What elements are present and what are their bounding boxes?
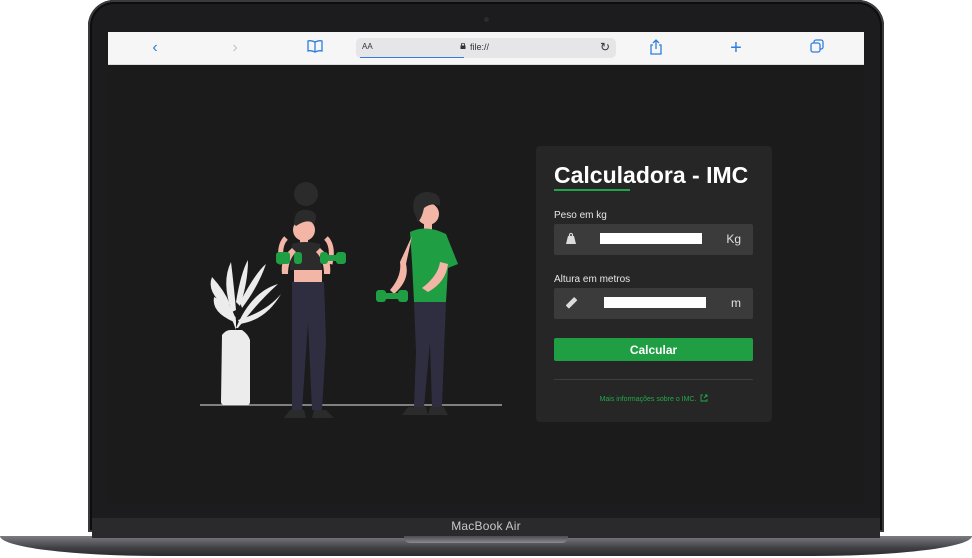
browser-window: ‹ › AA file:// ↻ + Calculadora - IMC Pes… [108,32,864,503]
address-url: file:// [470,42,490,52]
weight-field: Kg [554,224,753,255]
imc-calculator-card: Calculadora - IMC Peso em kg Kg Altura e… [536,146,772,422]
weight-icon [566,232,576,244]
weight-label: Peso em kg [554,210,607,221]
fitness-illustration [200,182,502,418]
lock-icon [460,43,466,49]
laptop-notch [404,536,568,543]
reader-mode-button[interactable]: AA [362,42,373,51]
height-label: Altura em metros [554,274,631,285]
browser-toolbar: ‹ › AA file:// ↻ + [108,32,864,65]
address-focus-line [360,57,464,58]
external-link-icon [700,394,708,402]
share-icon[interactable] [647,39,665,57]
ruler-icon [565,297,578,309]
weight-input[interactable] [600,233,702,244]
forward-icon[interactable]: › [226,39,244,57]
calculator-title: Calculadora - IMC [554,162,749,188]
device-label: MacBook Air [451,519,521,533]
height-field: m [554,288,753,319]
calculate-button[interactable]: Calcular [554,338,753,361]
more-info-link[interactable]: Mais informações sobre o IMC. [536,394,772,403]
card-divider [554,379,753,380]
title-underline [554,189,630,191]
new-tab-icon[interactable]: + [727,38,745,58]
camera-dot [484,17,489,22]
height-unit: m [731,296,741,310]
more-info-text: Mais informações sobre o IMC. [599,396,697,403]
tabs-icon[interactable] [808,39,826,57]
address-bar[interactable]: AA file:// ↻ [356,38,616,58]
height-input[interactable] [604,297,706,308]
reload-icon[interactable]: ↻ [600,40,610,54]
back-icon[interactable]: ‹ [146,39,164,57]
bookmarks-icon[interactable] [306,39,324,57]
weight-unit: Kg [726,232,741,246]
